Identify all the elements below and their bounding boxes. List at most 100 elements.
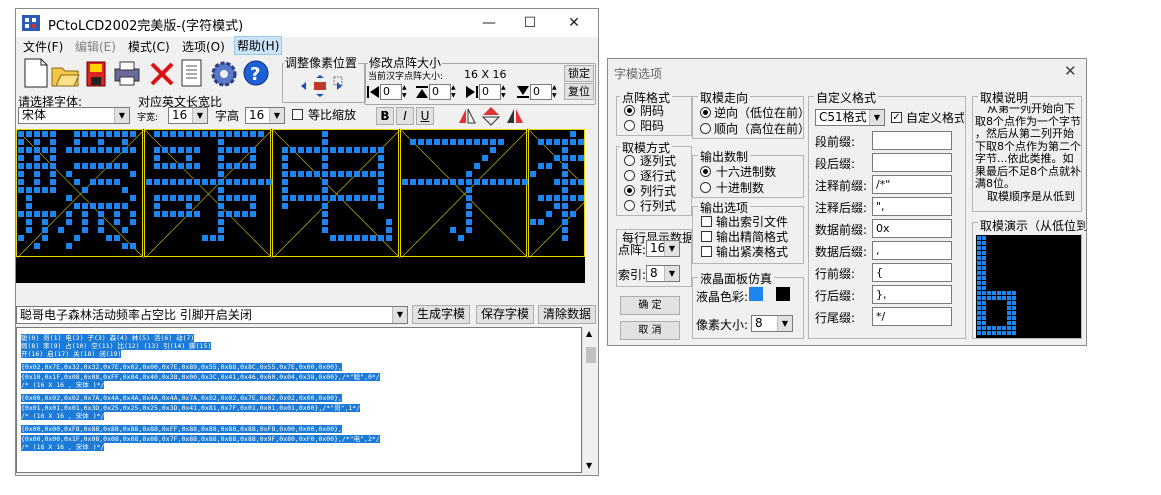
custom-format-checkbox[interactable]: ✓: [891, 112, 902, 123]
spin-right-arrows[interactable]: ▲ ▼: [501, 84, 509, 100]
window-title: PCtoLCD2002完美版-(字符模式): [48, 19, 244, 34]
mirror-horizontal-icon[interactable]: [456, 106, 478, 126]
radio-positive[interactable]: [624, 120, 635, 131]
output-text-area[interactable]: 聪(0) 哥(1) 电(2) 子(3) 森(4) 林(5) 活(6) 动(7) …: [16, 327, 582, 473]
text-input[interactable]: 聪哥电子森林活动频率占空比 引脚开启关闭 ▼: [16, 306, 408, 324]
radio-reverse[interactable]: [700, 107, 711, 118]
rotate-icon[interactable]: [504, 106, 526, 126]
field-input[interactable]: },: [872, 285, 952, 304]
lock-button[interactable]: 锁定: [564, 65, 594, 82]
gear-icon[interactable]: [209, 59, 239, 89]
vertical-scrollbar[interactable]: ▲ ▼: [582, 327, 598, 473]
glyph-cell[interactable]: [528, 129, 586, 258]
radio-row-column[interactable]: [624, 200, 635, 211]
glyph-cell[interactable]: [400, 129, 528, 258]
radio-hex[interactable]: [700, 166, 711, 177]
explain-line: 取模顺序是从低到: [987, 189, 1075, 203]
print-icon[interactable]: [112, 59, 142, 89]
scroll-up-icon[interactable]: ▲: [586, 329, 592, 338]
dot-matrix-canvas[interactable]: [16, 129, 586, 283]
glyph-cell[interactable]: [272, 129, 400, 258]
code-line: {0x00,0x02,0x02,0x7A,0x4A,0x4A,0x4A,0x4A…: [21, 394, 342, 402]
clear-button[interactable]: 清除数据: [538, 305, 596, 324]
maximize-button[interactable]: ☐: [519, 13, 541, 33]
index-select[interactable]: 8 ▼: [646, 265, 680, 282]
spin-left-arrows[interactable]: ▲ ▼: [402, 84, 410, 100]
font-select[interactable]: 宋体 ▼: [18, 107, 130, 124]
spin-bottom-arrows[interactable]: ▲ ▼: [552, 84, 560, 100]
svg-text:?: ?: [250, 64, 260, 85]
dialog-close-icon[interactable]: ✕: [1064, 62, 1077, 80]
spin-right[interactable]: 0: [479, 84, 501, 100]
radio-column[interactable]: [624, 155, 635, 166]
spin-left[interactable]: 0: [380, 84, 402, 100]
reset-button[interactable]: 复位: [564, 83, 594, 100]
scroll-down-icon[interactable]: ▼: [586, 461, 592, 470]
delete-icon[interactable]: [148, 60, 178, 90]
italic-button[interactable]: I: [396, 107, 414, 125]
underline-button[interactable]: U: [416, 107, 434, 125]
radio-forward[interactable]: [700, 123, 711, 134]
lcd-bg-color[interactable]: [776, 287, 790, 301]
spin-bottom[interactable]: 0: [530, 84, 552, 100]
menu-options[interactable]: 选项(O): [182, 38, 225, 55]
menu-bar: 文件(F) 编辑(E) 模式(C) 选项(O) 帮助(H): [16, 36, 598, 55]
bold-button[interactable]: B: [376, 107, 394, 125]
checkbox-index-file[interactable]: [701, 216, 712, 227]
help-icon[interactable]: ?: [242, 59, 272, 89]
field-input[interactable]: [872, 153, 952, 172]
radio-negative[interactable]: [624, 105, 635, 116]
height-select[interactable]: 16 ▼: [245, 107, 285, 124]
glyph-cell[interactable]: [144, 129, 272, 258]
radio-dec[interactable]: [700, 182, 711, 193]
pixel-size-select[interactable]: 8 ▼: [751, 315, 793, 332]
mirror-vertical-icon[interactable]: [480, 106, 502, 126]
width-select[interactable]: 16 ▼: [168, 107, 208, 124]
document-icon[interactable]: [179, 58, 209, 88]
field-input[interactable]: ,: [872, 241, 952, 260]
adjust-position-label: 调整像素位置: [284, 54, 359, 71]
chevron-down-icon: ▼: [114, 108, 129, 123]
shrink-bottom-icon[interactable]: [516, 85, 530, 99]
scroll-thumb[interactable]: [586, 347, 596, 363]
field-input[interactable]: ",: [872, 197, 952, 216]
scale-checkbox[interactable]: [292, 109, 303, 120]
radio-column-row[interactable]: [624, 185, 635, 196]
cancel-button[interactable]: 取 消: [620, 321, 680, 340]
custom-format-select[interactable]: C51格式 ▼: [815, 109, 885, 126]
field-input[interactable]: /*": [872, 175, 952, 194]
field-input[interactable]: 0x: [872, 219, 952, 238]
menu-edit[interactable]: 编辑(E): [75, 38, 116, 55]
minimize-button[interactable]: —: [478, 13, 500, 33]
checkbox-compact[interactable]: [701, 231, 712, 242]
pixel-size-label: 像素大小:: [696, 318, 749, 332]
generate-button[interactable]: 生成字模: [412, 305, 470, 324]
field-input[interactable]: {: [872, 263, 952, 282]
field-label: 行后缀:: [815, 289, 856, 303]
spin-top[interactable]: 0: [429, 84, 451, 100]
open-folder-icon[interactable]: [50, 59, 80, 89]
checkbox-dense[interactable]: [701, 246, 712, 257]
save-font-button[interactable]: 保存字模: [476, 305, 534, 324]
radio-row[interactable]: [624, 170, 635, 181]
shrink-right-icon[interactable]: [465, 85, 479, 99]
dot-select[interactable]: 16 ▼: [646, 240, 680, 257]
lcd-fg-color[interactable]: [749, 287, 763, 301]
glyph-cell[interactable]: [16, 129, 144, 258]
new-file-icon[interactable]: [20, 57, 50, 88]
shrink-left-icon[interactable]: [366, 85, 380, 99]
lcd-title: 液晶面板仿真: [698, 270, 775, 287]
field-input[interactable]: */: [872, 307, 952, 326]
close-button[interactable]: ✕: [563, 13, 585, 33]
menu-file[interactable]: 文件(F): [23, 38, 63, 55]
menu-help[interactable]: 帮助(H): [234, 36, 283, 55]
ok-button[interactable]: 确 定: [620, 296, 680, 315]
field-input[interactable]: [872, 131, 952, 150]
save-icon[interactable]: [82, 60, 112, 90]
custom-format-title: 自定义格式: [814, 89, 879, 106]
shrink-top-icon[interactable]: [415, 85, 429, 99]
spin-top-arrows[interactable]: ▲ ▼: [451, 84, 459, 100]
menu-mode[interactable]: 模式(C): [128, 38, 170, 55]
move-arrows-icon[interactable]: [298, 75, 348, 97]
index-label: 索引:: [618, 268, 647, 282]
